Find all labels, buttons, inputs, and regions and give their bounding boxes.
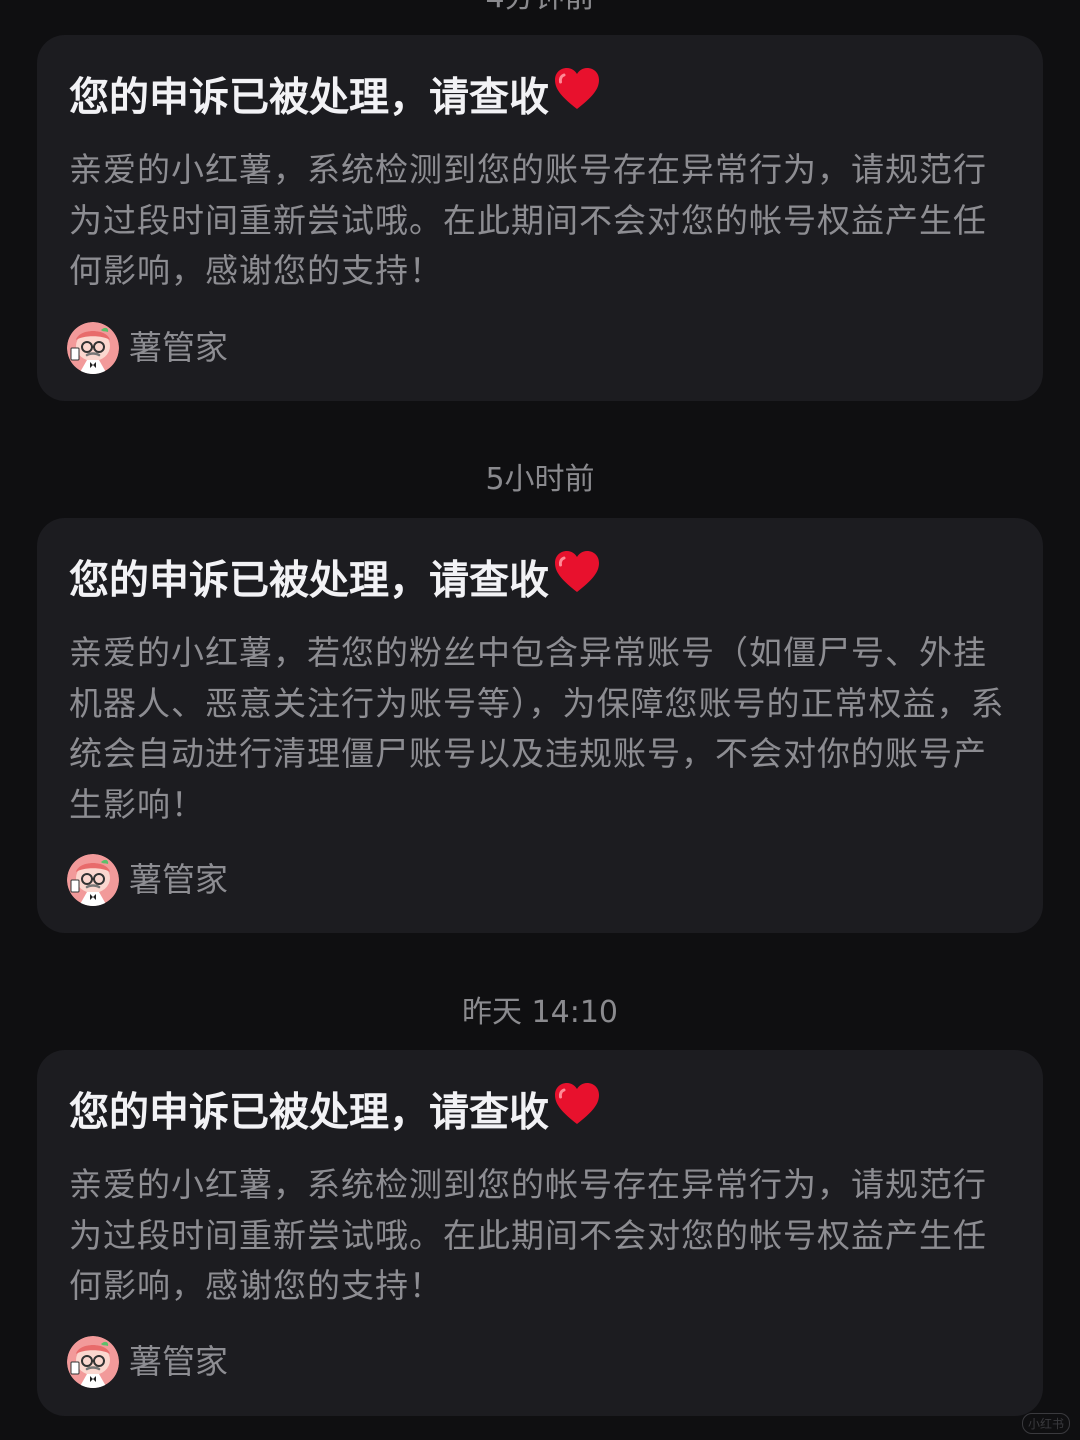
notification-title: 您的申诉已被处理，请查收 (69, 549, 601, 613)
notification-title: 您的申诉已被处理，请查收 (69, 66, 601, 130)
notification-title-text: 您的申诉已被处理，请查收 (69, 74, 549, 121)
heart-icon (553, 549, 601, 610)
sender[interactable]: 薯管家 (67, 854, 228, 906)
notification-title: 您的申诉已被处理，请查收 (69, 1081, 601, 1145)
notification-body: 亲爱的小红薯，系统检测到您的帐号存在异常行为，请规范行为过段时间重新尝试哦。在此… (69, 1165, 987, 1305)
avatar[interactable] (67, 854, 119, 906)
sender-name: 薯管家 (129, 860, 228, 899)
timestamp: 4分钟前 (0, 0, 1080, 18)
notification-title-text: 您的申诉已被处理，请查收 (69, 557, 549, 604)
sender[interactable]: 薯管家 (67, 1336, 228, 1388)
sender-name: 薯管家 (129, 328, 228, 367)
notification-card[interactable]: 您的申诉已被处理，请查收 亲爱的小红薯，若您的粉丝中包含异常账号（如僵尸号、外挂… (37, 518, 1043, 933)
timestamp: 昨天 14:10 (462, 995, 618, 1030)
notification-body: 亲爱的小红薯，若您的粉丝中包含异常账号（如僵尸号、外挂机器人、恶意关注行为账号等… (69, 633, 1005, 824)
notification-card[interactable]: 您的申诉已被处理，请查收 亲爱的小红薯，系统检测到您的账号存在异常行为，请规范行… (37, 35, 1043, 401)
watermark: 小红书 (1021, 1413, 1070, 1434)
timestamp: 5小时前 (485, 462, 595, 497)
sender-name: 薯管家 (129, 1342, 228, 1381)
heart-icon (553, 66, 601, 127)
avatar[interactable] (67, 1336, 119, 1388)
notification-body: 亲爱的小红薯，系统检测到您的账号存在异常行为，请规范行为过段时间重新尝试哦。在此… (69, 150, 987, 290)
sender[interactable]: 薯管家 (67, 322, 228, 374)
notification-card[interactable]: 您的申诉已被处理，请查收 亲爱的小红薯，系统检测到您的帐号存在异常行为，请规范行… (37, 1050, 1043, 1416)
notification-title-text: 您的申诉已被处理，请查收 (69, 1089, 549, 1136)
heart-icon (553, 1081, 601, 1142)
avatar[interactable] (67, 322, 119, 374)
